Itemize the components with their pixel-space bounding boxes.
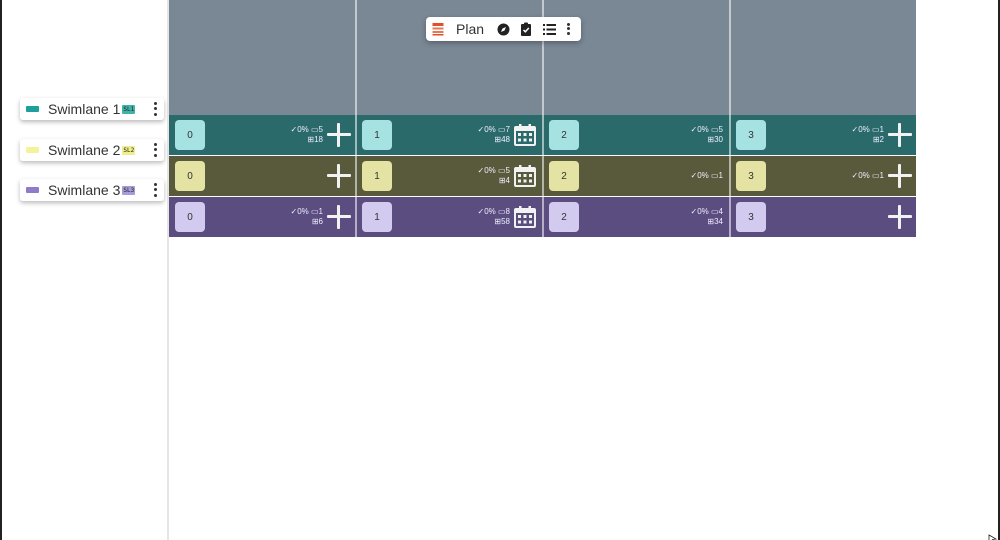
cell-stats: ✓0% ▭8 ⊞58 xyxy=(478,207,511,227)
cell-stats: ✓0% ▭1 xyxy=(691,171,724,181)
cell-stats: ✓0% ▭5 ⊞30 xyxy=(691,125,724,145)
items-count-stat: ⊞6 xyxy=(311,217,323,226)
stage-number-badge[interactable]: 3 xyxy=(736,202,766,232)
app-window: 0 ✓0% ▭5 ⊞18 1 ✓0% ▭7 ⊞48 2 ✓0% ▭5 ⊞30 3 ✓0% ▭1 ⊞2 … xyxy=(0,0,1000,540)
stage-number-badge[interactable]: 1 xyxy=(362,161,392,191)
swimlane-cell[interactable]: 1 ✓0% ▭5 ⊞4 xyxy=(356,156,542,196)
plan-title: Plan xyxy=(456,21,485,37)
more-vertical-icon[interactable] xyxy=(152,101,158,117)
swimlane-cell[interactable]: 0 ✓0% ▭1 ⊞6 xyxy=(169,197,355,237)
stage-number-badge[interactable]: 2 xyxy=(549,120,579,150)
swimlane-name: Swimlane 1 xyxy=(48,101,121,117)
swimlane-color-swatch xyxy=(26,106,39,112)
add-icon[interactable] xyxy=(327,164,351,188)
add-icon[interactable] xyxy=(888,205,912,229)
calendar-icon[interactable] xyxy=(514,124,536,146)
swimlane-name: Swimlane 2 xyxy=(48,142,121,158)
stage-number-badge[interactable]: 2 xyxy=(549,161,579,191)
add-icon[interactable] xyxy=(327,123,351,147)
stage-number-badge[interactable]: 0 xyxy=(175,161,205,191)
add-icon[interactable] xyxy=(888,123,912,147)
items-count-stat: ⊞18 xyxy=(307,135,323,144)
plan-toolbar: Plan xyxy=(426,17,581,41)
mouse-cursor-icon xyxy=(988,534,998,540)
swimlane-badge: SL3 xyxy=(122,185,136,195)
swimlane-cell[interactable]: 2 ✓0% ▭5 ⊞30 xyxy=(543,115,729,155)
progress-tasks-stat: ✓0% ▭1 xyxy=(690,171,724,180)
cell-stats: ✓0% ▭4 ⊞34 xyxy=(691,207,724,227)
swimlane-name: Swimlane 3 xyxy=(48,182,121,198)
compass-icon[interactable] xyxy=(496,22,510,36)
items-count-stat: ⊞2 xyxy=(872,135,884,144)
cell-stats: ✓0% ▭5 ⊞18 xyxy=(291,125,324,145)
progress-tasks-stat: ✓0% ▭4 xyxy=(690,207,724,216)
stage-number-badge[interactable]: 0 xyxy=(175,120,205,150)
swimlane-cell[interactable]: 2 ✓0% ▭1 xyxy=(543,156,729,196)
cell-stats: ✓0% ▭1 ⊞6 xyxy=(291,207,324,227)
swimlane-color-swatch xyxy=(26,147,39,153)
swimlane-cell[interactable]: 0 ✓0% ▭5 ⊞18 xyxy=(169,115,355,155)
swimlane-cell[interactable]: 1 ✓0% ▭7 ⊞48 xyxy=(356,115,542,155)
swimlane-label-2[interactable]: Swimlane 2 SL2 xyxy=(20,139,164,161)
more-vertical-icon[interactable] xyxy=(152,182,158,198)
more-vertical-icon[interactable] xyxy=(152,142,158,158)
progress-tasks-stat: ✓0% ▭5 xyxy=(690,125,724,134)
swimlane-label-1[interactable]: Swimlane 1 SL1 xyxy=(20,98,164,120)
stage-number-badge[interactable]: 2 xyxy=(549,202,579,232)
calendar-logo-icon[interactable] xyxy=(432,22,444,36)
stage-number-badge[interactable]: 3 xyxy=(736,120,766,150)
clipboard-check-icon[interactable] xyxy=(519,22,533,36)
cell-stats: ✓0% ▭1 xyxy=(852,171,885,181)
swimlane-cell[interactable]: 3 xyxy=(730,197,916,237)
column-divider xyxy=(355,0,357,238)
calendar-icon[interactable] xyxy=(514,165,536,187)
stage-number-badge[interactable]: 1 xyxy=(362,202,392,232)
cell-stats: ✓0% ▭7 ⊞48 xyxy=(478,125,511,145)
items-count-stat: ⊞34 xyxy=(707,217,723,226)
stage-number-badge[interactable]: 0 xyxy=(175,202,205,232)
swimlane-cell[interactable]: 3 ✓0% ▭1 xyxy=(730,156,916,196)
more-vertical-icon[interactable] xyxy=(565,22,571,36)
add-icon[interactable] xyxy=(327,205,351,229)
cell-stats: ✓0% ▭5 ⊞4 xyxy=(478,166,511,186)
cell-stats: ✓0% ▭1 ⊞2 xyxy=(852,125,885,145)
list-icon[interactable] xyxy=(542,22,556,36)
swimlane-cell[interactable]: 1 ✓0% ▭8 ⊞58 xyxy=(356,197,542,237)
add-icon[interactable] xyxy=(888,164,912,188)
items-count-stat: ⊞4 xyxy=(498,176,510,185)
stage-number-badge[interactable]: 1 xyxy=(362,120,392,150)
swimlane-cell[interactable]: 3 ✓0% ▭1 ⊞2 xyxy=(730,115,916,155)
column-divider xyxy=(729,0,731,238)
swimlane-color-swatch xyxy=(26,187,39,193)
items-count-stat: ⊞48 xyxy=(494,135,510,144)
progress-tasks-stat: ✓0% ▭8 xyxy=(477,207,511,216)
progress-tasks-stat: ✓0% ▭5 xyxy=(290,125,324,134)
progress-tasks-stat: ✓0% ▭1 xyxy=(290,207,324,216)
swimlane-badge: SL2 xyxy=(122,145,136,155)
calendar-icon[interactable] xyxy=(514,206,536,228)
items-count-stat: ⊞58 xyxy=(494,217,510,226)
stage-number-badge[interactable]: 3 xyxy=(736,161,766,191)
swimlane-label-3[interactable]: Swimlane 3 SL3 xyxy=(20,179,164,201)
swimlane-badge: SL1 xyxy=(122,104,136,114)
swimlane-cell[interactable]: 0 xyxy=(169,156,355,196)
items-count-stat: ⊞30 xyxy=(707,135,723,144)
progress-tasks-stat: ✓0% ▭1 xyxy=(851,125,885,134)
progress-tasks-stat: ✓0% ▭1 xyxy=(851,171,885,180)
swimlane-cell[interactable]: 2 ✓0% ▭4 ⊞34 xyxy=(543,197,729,237)
progress-tasks-stat: ✓0% ▭5 xyxy=(477,166,511,175)
progress-tasks-stat: ✓0% ▭7 xyxy=(477,125,511,134)
